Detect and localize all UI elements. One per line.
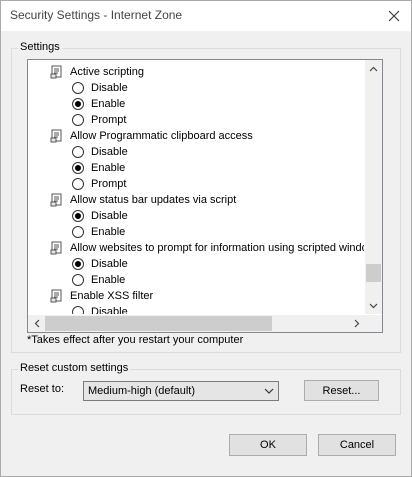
setting-header: Allow websites to prompt for information… xyxy=(50,240,364,256)
setting-label: Allow Programmatic clipboard access xyxy=(70,130,253,142)
scroll-right-button[interactable] xyxy=(348,315,365,332)
setting-option[interactable]: Enable xyxy=(72,96,125,112)
reset-group-legend: Reset custom settings xyxy=(18,362,131,374)
radio-button[interactable] xyxy=(72,178,84,190)
reset-to-label: Reset to: xyxy=(20,383,65,395)
option-label: Enable xyxy=(91,226,126,238)
scroll-left-button[interactable] xyxy=(28,315,45,332)
setting-option[interactable]: Prompt xyxy=(72,112,126,128)
window-title: Security Settings - Internet Zone xyxy=(10,8,183,22)
settings-list-content: Active scripting Disable Enable Prompt Allow… xyxy=(28,60,364,314)
chevron-right-icon xyxy=(354,319,359,328)
close-button[interactable] xyxy=(377,1,411,31)
radio-button[interactable] xyxy=(72,82,84,94)
radio-button[interactable] xyxy=(72,306,84,314)
radio-button[interactable] xyxy=(72,210,84,222)
chevron-down-icon xyxy=(369,303,378,308)
horizontal-scroll-thumb[interactable] xyxy=(45,316,272,331)
option-label: Disable xyxy=(91,306,128,314)
reset-level-select[interactable]: Medium-high (default) xyxy=(83,381,279,401)
option-label: Disable xyxy=(91,82,128,94)
scroll-down-button[interactable] xyxy=(365,297,382,314)
setting-label: Allow status bar updates via script xyxy=(70,194,237,206)
vertical-scrollbar[interactable] xyxy=(365,60,382,314)
radio-button[interactable] xyxy=(72,162,84,174)
setting-option[interactable]: Enable xyxy=(72,160,125,176)
settings-listbox[interactable]: Active scripting Disable Enable Prompt Allow… xyxy=(27,59,383,333)
reset-button[interactable]: Reset... xyxy=(304,380,379,401)
script-setting-icon xyxy=(50,289,62,303)
option-label: Prompt xyxy=(91,178,127,190)
restart-note: *Takes effect after you restart your com… xyxy=(27,334,244,346)
option-label: Enable xyxy=(91,274,126,286)
scrollbar-corner xyxy=(365,315,382,332)
setting-option[interactable]: Disable xyxy=(72,256,128,272)
setting-option[interactable]: Disable xyxy=(72,80,128,96)
close-icon xyxy=(388,10,400,22)
setting-label: Enable XSS filter xyxy=(70,290,154,302)
scroll-up-button[interactable] xyxy=(365,60,382,77)
setting-option[interactable]: Disable xyxy=(72,144,128,160)
chevron-down-icon xyxy=(264,388,274,394)
setting-label: Allow websites to prompt for information… xyxy=(70,242,364,254)
setting-header: Allow Programmatic clipboard access xyxy=(50,128,253,144)
setting-header: Allow status bar updates via script xyxy=(50,192,236,208)
option-label: Disable xyxy=(91,146,128,158)
horizontal-scrollbar[interactable] xyxy=(28,315,382,332)
option-label: Enable xyxy=(91,98,126,110)
chevron-up-icon xyxy=(369,66,378,71)
setting-option[interactable]: Disable xyxy=(72,208,128,224)
radio-button[interactable] xyxy=(72,226,84,238)
dialog-window: Security Settings - Internet Zone Settin… xyxy=(0,0,412,477)
option-label: Enable xyxy=(91,162,126,174)
radio-button[interactable] xyxy=(72,98,84,110)
script-setting-icon xyxy=(50,241,62,255)
setting-option[interactable]: Disable xyxy=(72,304,128,314)
cancel-button[interactable]: Cancel xyxy=(318,434,396,456)
option-label: Disable xyxy=(91,258,128,270)
script-setting-icon xyxy=(50,129,62,143)
ok-button[interactable]: OK xyxy=(229,434,307,456)
reset-level-value: Medium-high (default) xyxy=(88,385,195,397)
chevron-left-icon xyxy=(34,319,39,328)
settings-group-legend: Settings xyxy=(18,41,62,53)
vertical-scroll-thumb[interactable] xyxy=(366,264,381,282)
option-label: Prompt xyxy=(91,114,127,126)
setting-label: Active scripting xyxy=(70,66,144,78)
radio-button[interactable] xyxy=(72,146,84,158)
option-label: Disable xyxy=(91,210,128,222)
script-setting-icon xyxy=(50,193,62,207)
radio-button[interactable] xyxy=(72,274,84,286)
setting-header: Enable XSS filter xyxy=(50,288,153,304)
radio-button[interactable] xyxy=(72,258,84,270)
setting-option[interactable]: Enable xyxy=(72,272,125,288)
setting-option[interactable]: Prompt xyxy=(72,176,126,192)
radio-button[interactable] xyxy=(72,114,84,126)
setting-option[interactable]: Enable xyxy=(72,224,125,240)
script-setting-icon xyxy=(50,65,62,79)
setting-header: Active scripting xyxy=(50,64,144,80)
title-bar: Security Settings - Internet Zone xyxy=(1,1,411,31)
